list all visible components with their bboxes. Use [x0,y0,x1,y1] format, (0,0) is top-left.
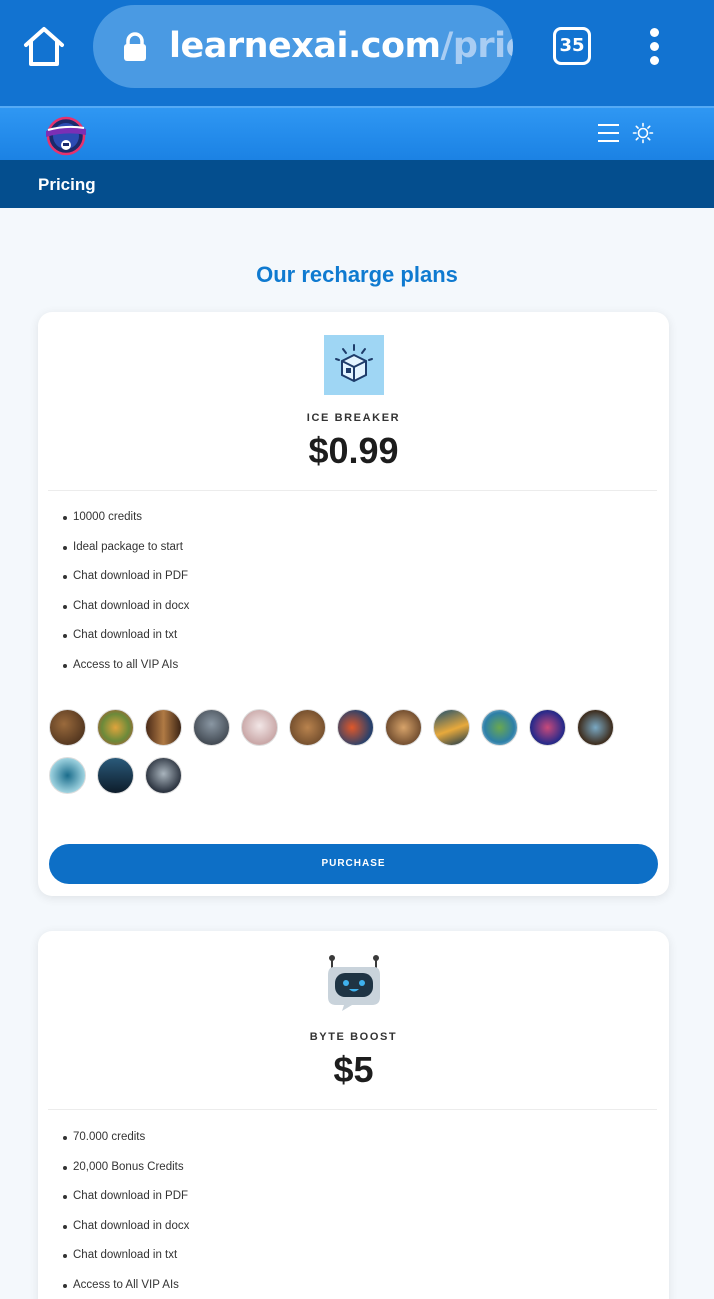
sun-icon[interactable] [632,122,654,144]
feature-item: Chat download in docx [63,1220,189,1250]
plan-card-byte-boost: BYTE BOOST $5 70.000 credits 20,000 Bonu… [38,931,669,1299]
feature-item: Chat download in PDF [63,1190,189,1220]
address-bar[interactable]: learnexai.com/prici [93,5,513,88]
hamburger-icon[interactable] [598,124,619,142]
browser-toolbar: learnexai.com/prici 35 [0,0,714,106]
globe-fire-avatar[interactable] [337,709,374,746]
url-text: learnexai.com/prici [169,26,513,66]
plan-card-ice-breaker: ICE BREAKER $0.99 10000 credits Ideal pa… [38,312,669,896]
card-divider [48,1109,657,1110]
section-heading: Our recharge plans [256,262,458,287]
url-path: /prici [440,26,513,66]
feature-item: Chat download in txt [63,629,189,659]
library-avatar[interactable] [49,709,86,746]
feature-item: 20,000 Bonus Credits [63,1161,189,1191]
site-header [0,106,714,160]
feature-item: Chat download in PDF [63,570,189,600]
earth-avatar[interactable] [481,709,518,746]
plan-name: BYTE BOOST [309,1031,398,1043]
lock-icon [124,32,146,61]
head-avatar[interactable] [241,709,278,746]
robot-chat-icon [328,955,380,1011]
world-avatar[interactable] [577,709,614,746]
feature-list: 10000 credits Ideal package to start Cha… [63,511,189,688]
plan-price: $5 [333,1049,374,1090]
computer-avatar[interactable] [97,757,134,794]
more-vert-icon[interactable] [643,28,667,66]
feature-item: Ideal package to start [63,541,189,571]
bookshelf-avatar[interactable] [145,709,182,746]
feature-item: Access to All VIP AIs [63,1279,189,1299]
crowd-avatar[interactable] [289,709,326,746]
feature-item: 70.000 credits [63,1131,189,1161]
brain-avatar[interactable] [529,709,566,746]
learnex-ai-logo[interactable] [42,114,90,156]
feature-list: 70.000 credits 20,000 Bonus Credits Chat… [63,1131,189,1299]
robot-avatar[interactable] [145,757,182,794]
feature-item: Chat download in docx [63,600,189,630]
office-avatar[interactable] [193,709,230,746]
purchase-button[interactable]: PURCHASE [49,844,658,884]
plan-name: ICE BREAKER [306,412,401,424]
url-domain: learnexai.com [169,26,441,66]
feature-item: 10000 credits [63,511,189,541]
food-avatar[interactable] [97,709,134,746]
home-icon[interactable] [22,24,66,68]
feature-item: Access to all VIP AIs [63,659,189,689]
plan-price: $0.99 [308,430,399,471]
ice-cube-icon [324,335,384,395]
page-title-bar: Pricing [0,160,714,208]
ocean-avatar[interactable] [49,757,86,794]
card-divider [48,490,657,491]
page-title: Pricing [38,175,96,194]
feature-item: Chat download in txt [63,1249,189,1279]
orchestra-avatar[interactable] [385,709,422,746]
landscape-avatar[interactable] [433,709,470,746]
tabs-count-button[interactable]: 35 [553,27,591,65]
